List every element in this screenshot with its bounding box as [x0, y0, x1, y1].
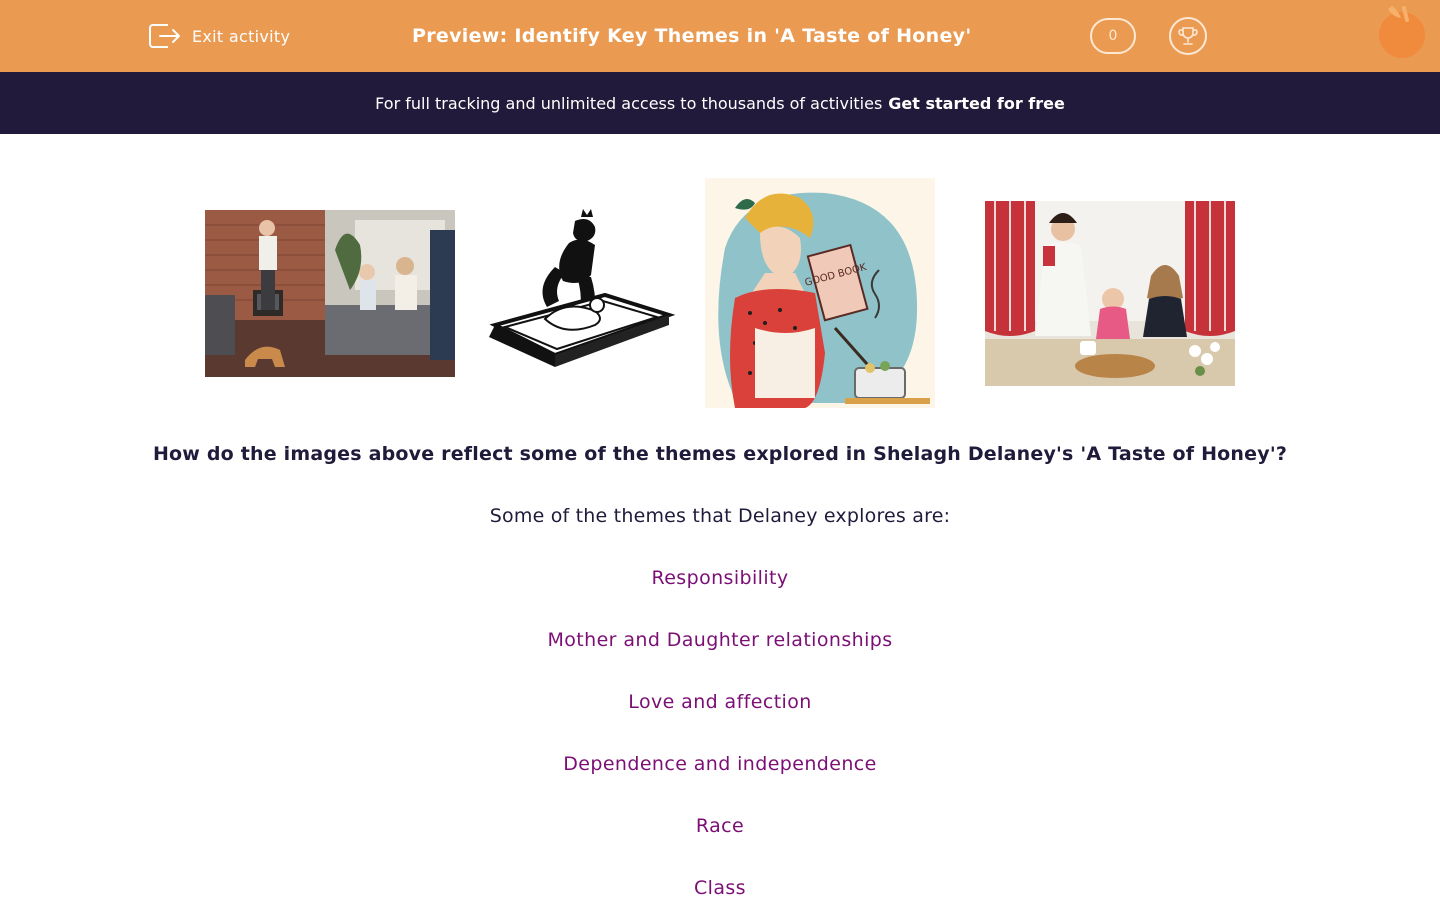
theme-item: Responsibility: [651, 567, 789, 589]
mother-baby-illustration: [485, 207, 675, 372]
top-bar: Exit activity Preview: Identify Key Them…: [0, 0, 1440, 72]
mother-daughters-table-image: [985, 201, 1235, 386]
theme-item: Mother and Daughter relationships: [547, 629, 893, 651]
theme-item: Class: [694, 877, 746, 899]
question-text: How do the images above reflect some of …: [152, 443, 1288, 465]
theme-item: Race: [695, 815, 745, 837]
intro-text: Some of the themes that Delaney explores…: [489, 505, 951, 527]
orange-logo-icon: [1379, 6, 1425, 58]
retro-housewife-cooking-image: GOOD BOOK: [705, 178, 935, 408]
orange-logo[interactable]: [1372, 4, 1432, 62]
score-badge: 0: [1090, 18, 1136, 54]
trophy-button[interactable]: [1169, 17, 1207, 55]
promo-text: For full tracking and unlimited access t…: [375, 93, 883, 113]
family-living-room-image: [205, 210, 455, 377]
trophy-icon: [1178, 27, 1198, 45]
theme-item: Love and affection: [628, 691, 812, 713]
page-title: Preview: Identify Key Themes in 'A Taste…: [412, 25, 972, 47]
themes-list: Responsibility Mother and Daughter relat…: [0, 564, 1440, 900]
exit-icon: [149, 24, 180, 48]
theme-item: Dependence and independence: [563, 753, 877, 775]
get-started-link[interactable]: Get started for free: [888, 94, 1065, 113]
exit-activity-button[interactable]: Exit activity: [148, 20, 290, 52]
promo-banner: For full tracking and unlimited access t…: [0, 72, 1440, 134]
exit-activity-label: Exit activity: [192, 26, 291, 46]
